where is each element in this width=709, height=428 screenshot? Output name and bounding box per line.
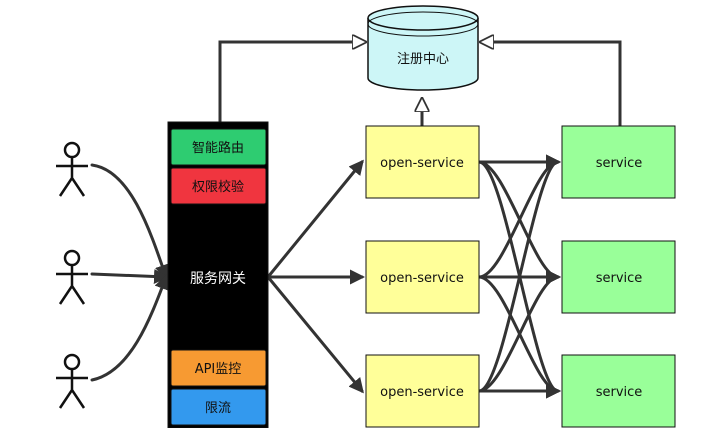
- open-service-label: open-service: [380, 156, 464, 171]
- user-body: [56, 157, 88, 197]
- user-body: [56, 369, 88, 409]
- user-figure: [56, 353, 88, 409]
- open-service-column: open-service open-service open-service: [365, 125, 480, 428]
- user-head: [63, 141, 81, 159]
- gateway-registry-line: [218, 42, 364, 124]
- user-head: [63, 353, 81, 371]
- service-gateway: 智能路由 权限校验 服务网关 API监控 限流: [167, 121, 269, 428]
- users: [56, 141, 88, 409]
- service-label: service: [596, 385, 643, 400]
- registry-center: 注册中心: [367, 5, 479, 91]
- registry-cylinder-top: [367, 5, 479, 31]
- module-api-monitor-label: API监控: [195, 362, 242, 377]
- service-label: service: [596, 271, 643, 286]
- gateway-label: 服务网关: [190, 271, 246, 287]
- module-auth-check-label: 权限校验: [192, 179, 244, 195]
- user-gateway-line: [90, 269, 169, 285]
- open-service-label: open-service: [380, 385, 464, 400]
- user-gateway-line: [90, 274, 169, 382]
- user-gateway-line: [90, 163, 170, 280]
- service-registry-line: [482, 42, 622, 128]
- registry-label: 注册中心: [397, 52, 449, 67]
- user-body: [56, 265, 88, 305]
- open-service-label: open-service: [380, 271, 464, 286]
- user-figure: [56, 249, 88, 305]
- user-head: [63, 249, 81, 267]
- user-figure: [56, 141, 88, 197]
- module-rate-limit-label: 限流: [205, 401, 231, 416]
- gateway-open-service-line: [266, 159, 364, 279]
- service-column: service service service: [561, 125, 676, 428]
- architecture-diagram: 注册中心 智能路由 权限校验 服务网关 API监控 限流 open-servic…: [56, 5, 676, 428]
- module-smart-routing-label: 智能路由: [192, 140, 244, 156]
- gateway-open-service-line: [266, 275, 364, 394]
- service-label: service: [596, 156, 643, 171]
